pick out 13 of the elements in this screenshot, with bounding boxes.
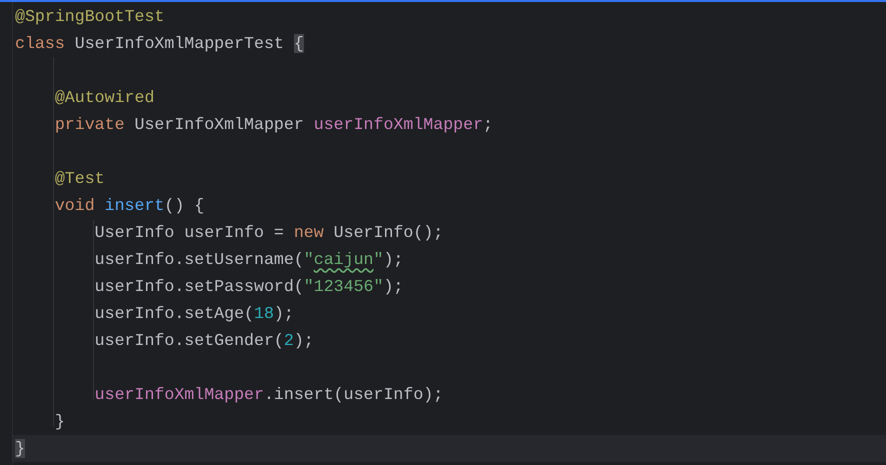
code-line: userInfo.setPassword("123456"); (94, 276, 404, 298)
code-line: userInfoXmlMapper.insert(userInfo); (94, 384, 444, 406)
code-line: @Test (54, 168, 105, 190)
code-line: @Autowired (54, 86, 154, 108)
code-line: userInfo.setAge(18); (94, 302, 294, 324)
code-line: userInfo.setGender(2); (94, 330, 314, 352)
code-line: UserInfo userInfo = new UserInfo(); (94, 222, 444, 244)
code-line: userInfo.setUsername("caijun"); (94, 248, 404, 270)
code-line: } (54, 410, 65, 432)
code-line: void insert() { (54, 194, 204, 216)
code-line: class UserInfoXmlMapperTest { (15, 32, 304, 54)
code-line: private UserInfoXmlMapper userInfoXmlMapper; (54, 114, 494, 136)
code-line: @SpringBootTest (15, 6, 164, 28)
